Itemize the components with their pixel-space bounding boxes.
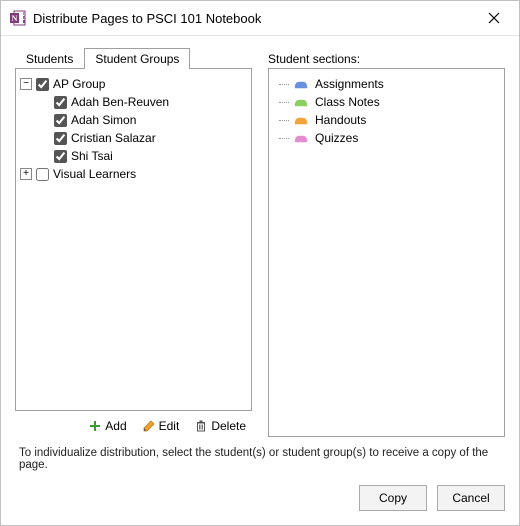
student-checkbox[interactable] bbox=[54, 150, 67, 163]
dialog-body: Students Student Groups − AP Group Adah Be… bbox=[1, 36, 519, 485]
tree-student[interactable]: Shi Tsai bbox=[20, 147, 247, 165]
pencil-icon bbox=[143, 420, 155, 432]
hint-text: To individualize distribution, select th… bbox=[15, 437, 505, 481]
group-checkbox[interactable] bbox=[36, 78, 49, 91]
onenote-icon: N bbox=[9, 9, 27, 27]
student-label: Shi Tsai bbox=[71, 149, 113, 163]
delete-button[interactable]: Delete bbox=[191, 417, 250, 435]
columns: Students Student Groups − AP Group Adah Be… bbox=[15, 46, 505, 437]
cancel-button[interactable]: Cancel bbox=[437, 485, 505, 511]
section-label: Class Notes bbox=[315, 95, 380, 109]
section-item[interactable]: Handouts bbox=[273, 111, 500, 129]
plus-icon bbox=[89, 420, 101, 432]
student-label: Cristian Salazar bbox=[71, 131, 156, 145]
section-item[interactable]: Assignments bbox=[273, 75, 500, 93]
tree-student[interactable]: Cristian Salazar bbox=[20, 129, 247, 147]
right-column: Student sections: Assignments Class Notes… bbox=[268, 46, 505, 437]
tab-student-groups[interactable]: Student Groups bbox=[84, 48, 190, 69]
tree-group[interactable]: − AP Group bbox=[20, 75, 247, 93]
section-label: Quizzes bbox=[315, 131, 358, 145]
section-label: Handouts bbox=[315, 113, 366, 127]
close-button[interactable] bbox=[477, 7, 511, 29]
sections-list[interactable]: Assignments Class Notes Handouts Quizzes bbox=[268, 68, 505, 437]
student-checkbox[interactable] bbox=[54, 114, 67, 127]
section-tab-icon bbox=[293, 133, 309, 143]
trash-icon bbox=[195, 420, 207, 432]
group-label: AP Group bbox=[53, 77, 105, 91]
tree-group[interactable]: + Visual Learners bbox=[20, 165, 247, 183]
tree-student[interactable]: Adah Ben-Reuven bbox=[20, 93, 247, 111]
tree-student[interactable]: Adah Simon bbox=[20, 111, 247, 129]
dialog-window: N Distribute Pages to PSCI 101 Notebook … bbox=[0, 0, 520, 526]
left-column: Students Student Groups − AP Group Adah Be… bbox=[15, 46, 252, 437]
titlebar: N Distribute Pages to PSCI 101 Notebook bbox=[1, 1, 519, 36]
add-label: Add bbox=[105, 419, 126, 433]
group-checkbox[interactable] bbox=[36, 168, 49, 181]
delete-label: Delete bbox=[211, 419, 246, 433]
section-label: Assignments bbox=[315, 77, 384, 91]
groups-tree[interactable]: − AP Group Adah Ben-Reuven Adah Simon Cristi… bbox=[15, 68, 252, 411]
expand-icon[interactable]: + bbox=[20, 168, 32, 180]
section-item[interactable]: Class Notes bbox=[273, 93, 500, 111]
group-label: Visual Learners bbox=[53, 167, 136, 181]
student-checkbox[interactable] bbox=[54, 132, 67, 145]
dialog-title: Distribute Pages to PSCI 101 Notebook bbox=[33, 11, 477, 26]
edit-button[interactable]: Edit bbox=[139, 417, 184, 435]
student-checkbox[interactable] bbox=[54, 96, 67, 109]
section-tab-icon bbox=[293, 115, 309, 125]
edit-label: Edit bbox=[159, 419, 180, 433]
tab-students[interactable]: Students bbox=[15, 48, 84, 69]
tabs: Students Student Groups bbox=[15, 46, 252, 68]
svg-text:N: N bbox=[12, 14, 18, 23]
dialog-buttons: Copy Cancel bbox=[1, 485, 519, 525]
copy-button[interactable]: Copy bbox=[359, 485, 427, 511]
sections-label: Student sections: bbox=[268, 46, 505, 68]
add-button[interactable]: Add bbox=[85, 417, 130, 435]
close-icon bbox=[488, 12, 500, 24]
student-label: Adah Ben-Reuven bbox=[71, 95, 169, 109]
student-label: Adah Simon bbox=[71, 113, 136, 127]
section-item[interactable]: Quizzes bbox=[273, 129, 500, 147]
section-tab-icon bbox=[293, 97, 309, 107]
groups-toolbar: Add Edit bbox=[15, 411, 252, 437]
section-tab-icon bbox=[293, 79, 309, 89]
collapse-icon[interactable]: − bbox=[20, 78, 32, 90]
